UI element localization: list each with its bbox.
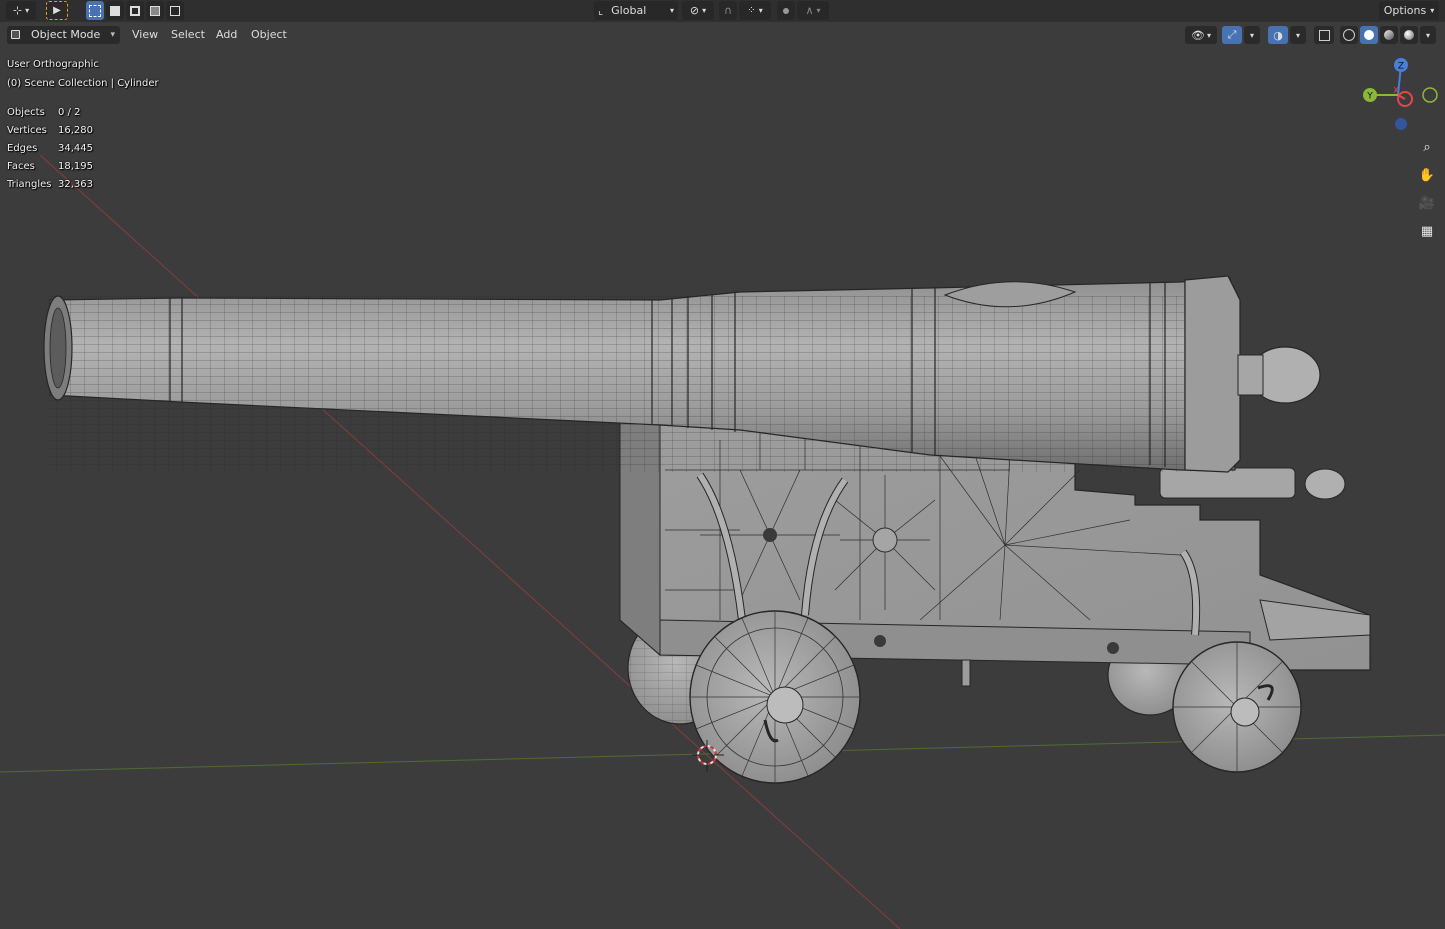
- stat-value-edges: 34,445: [58, 143, 93, 154]
- object-mode-select[interactable]: Object Mode ▾: [7, 26, 120, 44]
- shading-rendered-button[interactable]: [1400, 26, 1418, 44]
- shading-solid-button[interactable]: [1360, 26, 1378, 44]
- 3d-viewport[interactable]: ⊹▾ ▶ ⌞ Global ▾ ⊘▾ ∩ ⁘▾ ∧▾ Options▾: [0, 0, 1445, 929]
- proportional-edit-toggle[interactable]: [777, 1, 795, 20]
- falloff-curve-icon: ∧: [805, 4, 814, 17]
- menu-view[interactable]: View: [127, 26, 163, 44]
- magnet-icon: ∩: [723, 4, 733, 17]
- gizmo-x-label: X: [1393, 86, 1399, 95]
- chevron-down-icon: ▾: [1249, 30, 1254, 40]
- options-label: Options: [1383, 4, 1427, 17]
- viewport-icon: ⊹: [12, 4, 23, 17]
- shading-wireframe-button[interactable]: [1340, 26, 1358, 44]
- editor-type-button[interactable]: ⊹ ▾: [6, 1, 36, 20]
- scene-canvas[interactable]: [0, 0, 1445, 929]
- rendered-sphere-icon: [1404, 30, 1414, 40]
- object-mode-label: Object Mode: [31, 28, 101, 41]
- select-invert-icon: [150, 5, 160, 16]
- navigation-gizmo[interactable]: Z Y X: [1358, 52, 1442, 136]
- stat-label-faces: Faces: [7, 161, 35, 172]
- gizmo-neg-y-axis[interactable]: [1422, 87, 1438, 103]
- transform-orientation-select[interactable]: ⌞ Global ▾: [594, 1, 678, 20]
- zoom-icon: ⌕: [1423, 139, 1431, 155]
- front-right-wheel: [1172, 641, 1302, 773]
- snap-target-select[interactable]: ⁘ ▾: [739, 1, 771, 20]
- options-dropdown[interactable]: Options ▾: [1379, 1, 1439, 20]
- select-extend-button[interactable]: [106, 1, 124, 20]
- stat-label-triangles: Triangles: [7, 179, 52, 190]
- hand-icon: ✋: [1418, 167, 1436, 183]
- falloff-select[interactable]: ∧ ▾: [797, 1, 829, 20]
- pan-button[interactable]: ✋: [1416, 164, 1438, 186]
- select-extend-icon: [110, 5, 120, 16]
- gizmo-dropdown[interactable]: ▾: [1244, 26, 1260, 44]
- material-sphere-icon: [1384, 30, 1394, 40]
- menu-object[interactable]: Object: [246, 26, 292, 44]
- object-mode-icon: [11, 30, 20, 39]
- gizmo-icon: ⤢: [1227, 28, 1237, 41]
- gizmo-z-label: Z: [1398, 62, 1404, 72]
- select-invert-button[interactable]: [146, 1, 164, 20]
- xray-toggle[interactable]: [1314, 26, 1334, 44]
- chevron-down-icon: ▾: [1295, 30, 1300, 40]
- gizmo-y-label: Y: [1366, 92, 1373, 102]
- eye-icon: 👁: [1191, 28, 1205, 42]
- camera-icon: 🎥: [1418, 195, 1436, 211]
- overlays-toggle[interactable]: ◑: [1268, 26, 1288, 44]
- chevron-down-icon: ▾: [110, 30, 115, 40]
- chevron-down-icon: ▾: [1425, 30, 1430, 40]
- overlays-dropdown[interactable]: ▾: [1290, 26, 1306, 44]
- transform-orientation-label: Global: [611, 4, 647, 17]
- grid-icon: ▦: [1420, 223, 1434, 239]
- stat-value-faces: 18,195: [58, 161, 93, 172]
- select-new-icon: [89, 4, 101, 17]
- wireframe-sphere-icon: [1343, 29, 1355, 41]
- overlays-icon: ◑: [1273, 28, 1283, 42]
- stat-value-objects: 0 / 2: [58, 107, 81, 118]
- proportional-edit-icon: [783, 7, 789, 14]
- view-name: User Orthographic: [7, 59, 99, 70]
- select-subtract-button[interactable]: [126, 1, 144, 20]
- gizmo-toggle[interactable]: ⤢: [1222, 26, 1242, 44]
- menu-add[interactable]: Add: [211, 26, 242, 44]
- menu-select[interactable]: Select: [166, 26, 210, 44]
- orientation-icon: ⌞: [598, 4, 604, 17]
- select-intersect-button[interactable]: [166, 1, 184, 20]
- snap-grid-icon: ⁘: [747, 5, 756, 16]
- solid-sphere-icon: [1364, 30, 1374, 40]
- stat-value-vertices: 16,280: [58, 125, 93, 136]
- select-intersect-icon: [170, 5, 180, 16]
- snap-toggle[interactable]: ∩: [719, 1, 737, 20]
- gizmo-neg-z-axis[interactable]: [1395, 118, 1407, 130]
- shading-material-button[interactable]: [1380, 26, 1398, 44]
- camera-view-button[interactable]: 🎥: [1416, 192, 1438, 214]
- select-tool-button[interactable]: ▶: [46, 1, 68, 20]
- zoom-button[interactable]: ⌕: [1416, 136, 1438, 158]
- select-new-button[interactable]: [86, 1, 104, 20]
- collection-info: (0) Scene Collection | Cylinder: [7, 78, 159, 89]
- stat-value-triangles: 32,363: [58, 179, 93, 190]
- toggle-perspective-button[interactable]: ▦: [1416, 220, 1438, 242]
- stat-label-vertices: Vertices: [7, 125, 47, 136]
- cursor-icon: ▶: [53, 5, 61, 16]
- select-subtract-icon: [130, 5, 140, 16]
- stat-label-edges: Edges: [7, 143, 38, 154]
- visibility-select[interactable]: 👁 ▾: [1185, 26, 1217, 44]
- xray-icon: [1318, 29, 1330, 41]
- stat-label-objects: Objects: [7, 107, 45, 118]
- pivot-point-select[interactable]: ⊘ ▾: [682, 1, 714, 20]
- pivot-icon: ⊘: [689, 4, 700, 17]
- shading-dropdown[interactable]: ▾: [1420, 26, 1436, 44]
- cannon-barrel: [43, 275, 1321, 473]
